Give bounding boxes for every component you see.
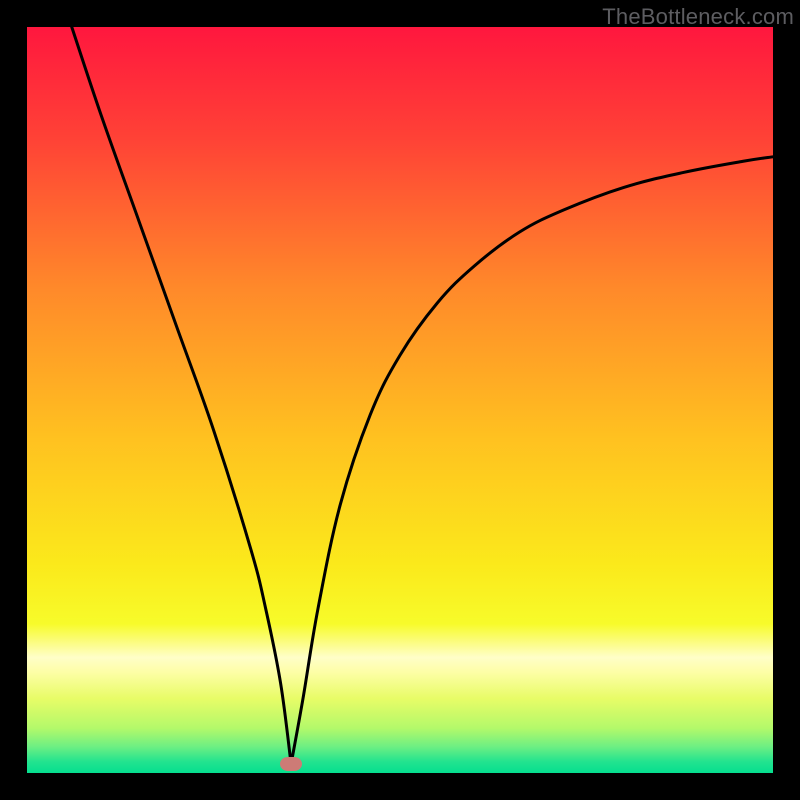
optimal-marker <box>280 757 302 771</box>
bottleneck-curve <box>27 27 773 773</box>
watermark-text: TheBottleneck.com <box>602 4 794 30</box>
chart-canvas: TheBottleneck.com <box>0 0 800 800</box>
plot-area <box>27 27 773 773</box>
